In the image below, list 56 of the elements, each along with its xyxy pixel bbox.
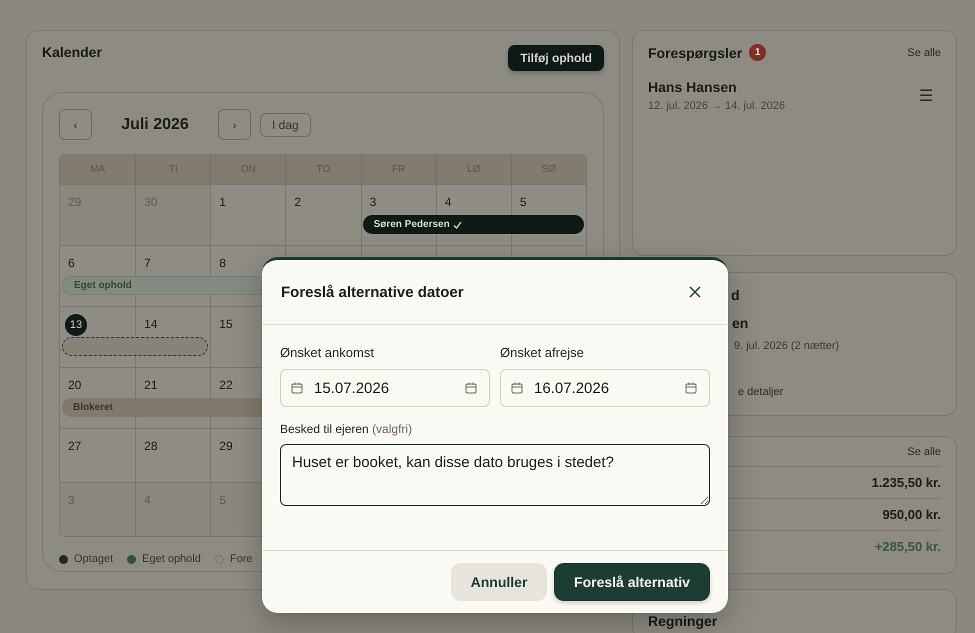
amount: +285,50 kr. — [874, 538, 941, 556]
previous-month-button[interactable]: ‹ — [59, 109, 92, 140]
details-link[interactable]: e detaljer — [731, 386, 956, 398]
booking-bar[interactable]: Søren Pedersen — [362, 215, 584, 234]
field-label: Ønsket afrejse — [500, 345, 585, 360]
day-number: 21 — [144, 378, 158, 392]
field-label: Besked til ejeren (valgfri) — [280, 422, 414, 436]
day-number: 29 — [219, 439, 233, 453]
field-label: Ønsket ankomst — [280, 345, 375, 360]
day-number: 8 — [219, 256, 226, 270]
card-title: d — [731, 287, 741, 303]
day-number: 5 — [520, 195, 527, 209]
check-icon — [452, 220, 462, 228]
guest-name: en — [731, 315, 750, 331]
legend-label: Optaget — [74, 553, 114, 565]
day-number: 6 — [68, 256, 75, 270]
calendar-icon — [685, 382, 697, 394]
day-number: 3 — [370, 195, 376, 209]
selection-bar[interactable] — [62, 337, 208, 356]
day-number: 15 — [219, 317, 233, 331]
day-number: 28 — [144, 439, 158, 453]
menu-button[interactable]: ☰ — [919, 86, 933, 106]
cancel-button[interactable]: Annuller — [451, 563, 547, 601]
guest-name: Hans Hansen — [648, 79, 738, 95]
calendar-icon — [465, 382, 477, 394]
legend-label: Eget ophold — [142, 553, 201, 565]
month-title: Juli 2026 — [120, 116, 190, 134]
submit-button[interactable]: Foreslå alternativ — [554, 563, 710, 601]
today-button[interactable]: I dag — [260, 112, 311, 136]
day-number: 2 — [294, 195, 302, 209]
card-title: Regninger — [648, 613, 718, 629]
day-number: 22 — [219, 378, 233, 392]
see-all-link[interactable]: Se alle — [907, 46, 941, 58]
card-title: Kalender — [42, 44, 102, 60]
date-field[interactable]: 16.07.2026 — [500, 369, 710, 407]
day-number: 20 — [68, 378, 82, 392]
calendar-icon — [511, 382, 523, 394]
request-dates: 12. jul. 2026 → 14. jul. 2026 — [648, 100, 785, 112]
close-icon — [688, 285, 702, 299]
stay-dates: 9. jul. 2026 (2 nætter) — [733, 340, 840, 352]
date-field[interactable]: 15.07.2026 — [280, 369, 490, 407]
count-badge: 1 — [749, 44, 766, 61]
day-number: 27 — [68, 439, 82, 453]
add-stay-button[interactable]: Tilføj ophold — [508, 45, 604, 71]
card-title: Forespørgsler — [648, 44, 742, 60]
close-button[interactable] — [688, 285, 702, 299]
day-number: 14 — [144, 317, 158, 331]
day-number: 1 — [219, 195, 226, 209]
next-month-button[interactable]: › — [218, 109, 251, 140]
day-number: 4 — [444, 195, 452, 209]
legend-label: Fore — [230, 553, 252, 565]
day-number: 7 — [144, 256, 151, 270]
see-all-link[interactable]: Se alle — [907, 446, 941, 458]
calendar-icon — [291, 382, 303, 394]
day-number: 13 — [65, 314, 87, 336]
message-field[interactable]: Huset er booket, kan disse dato bruges i stedet? — [280, 444, 710, 506]
